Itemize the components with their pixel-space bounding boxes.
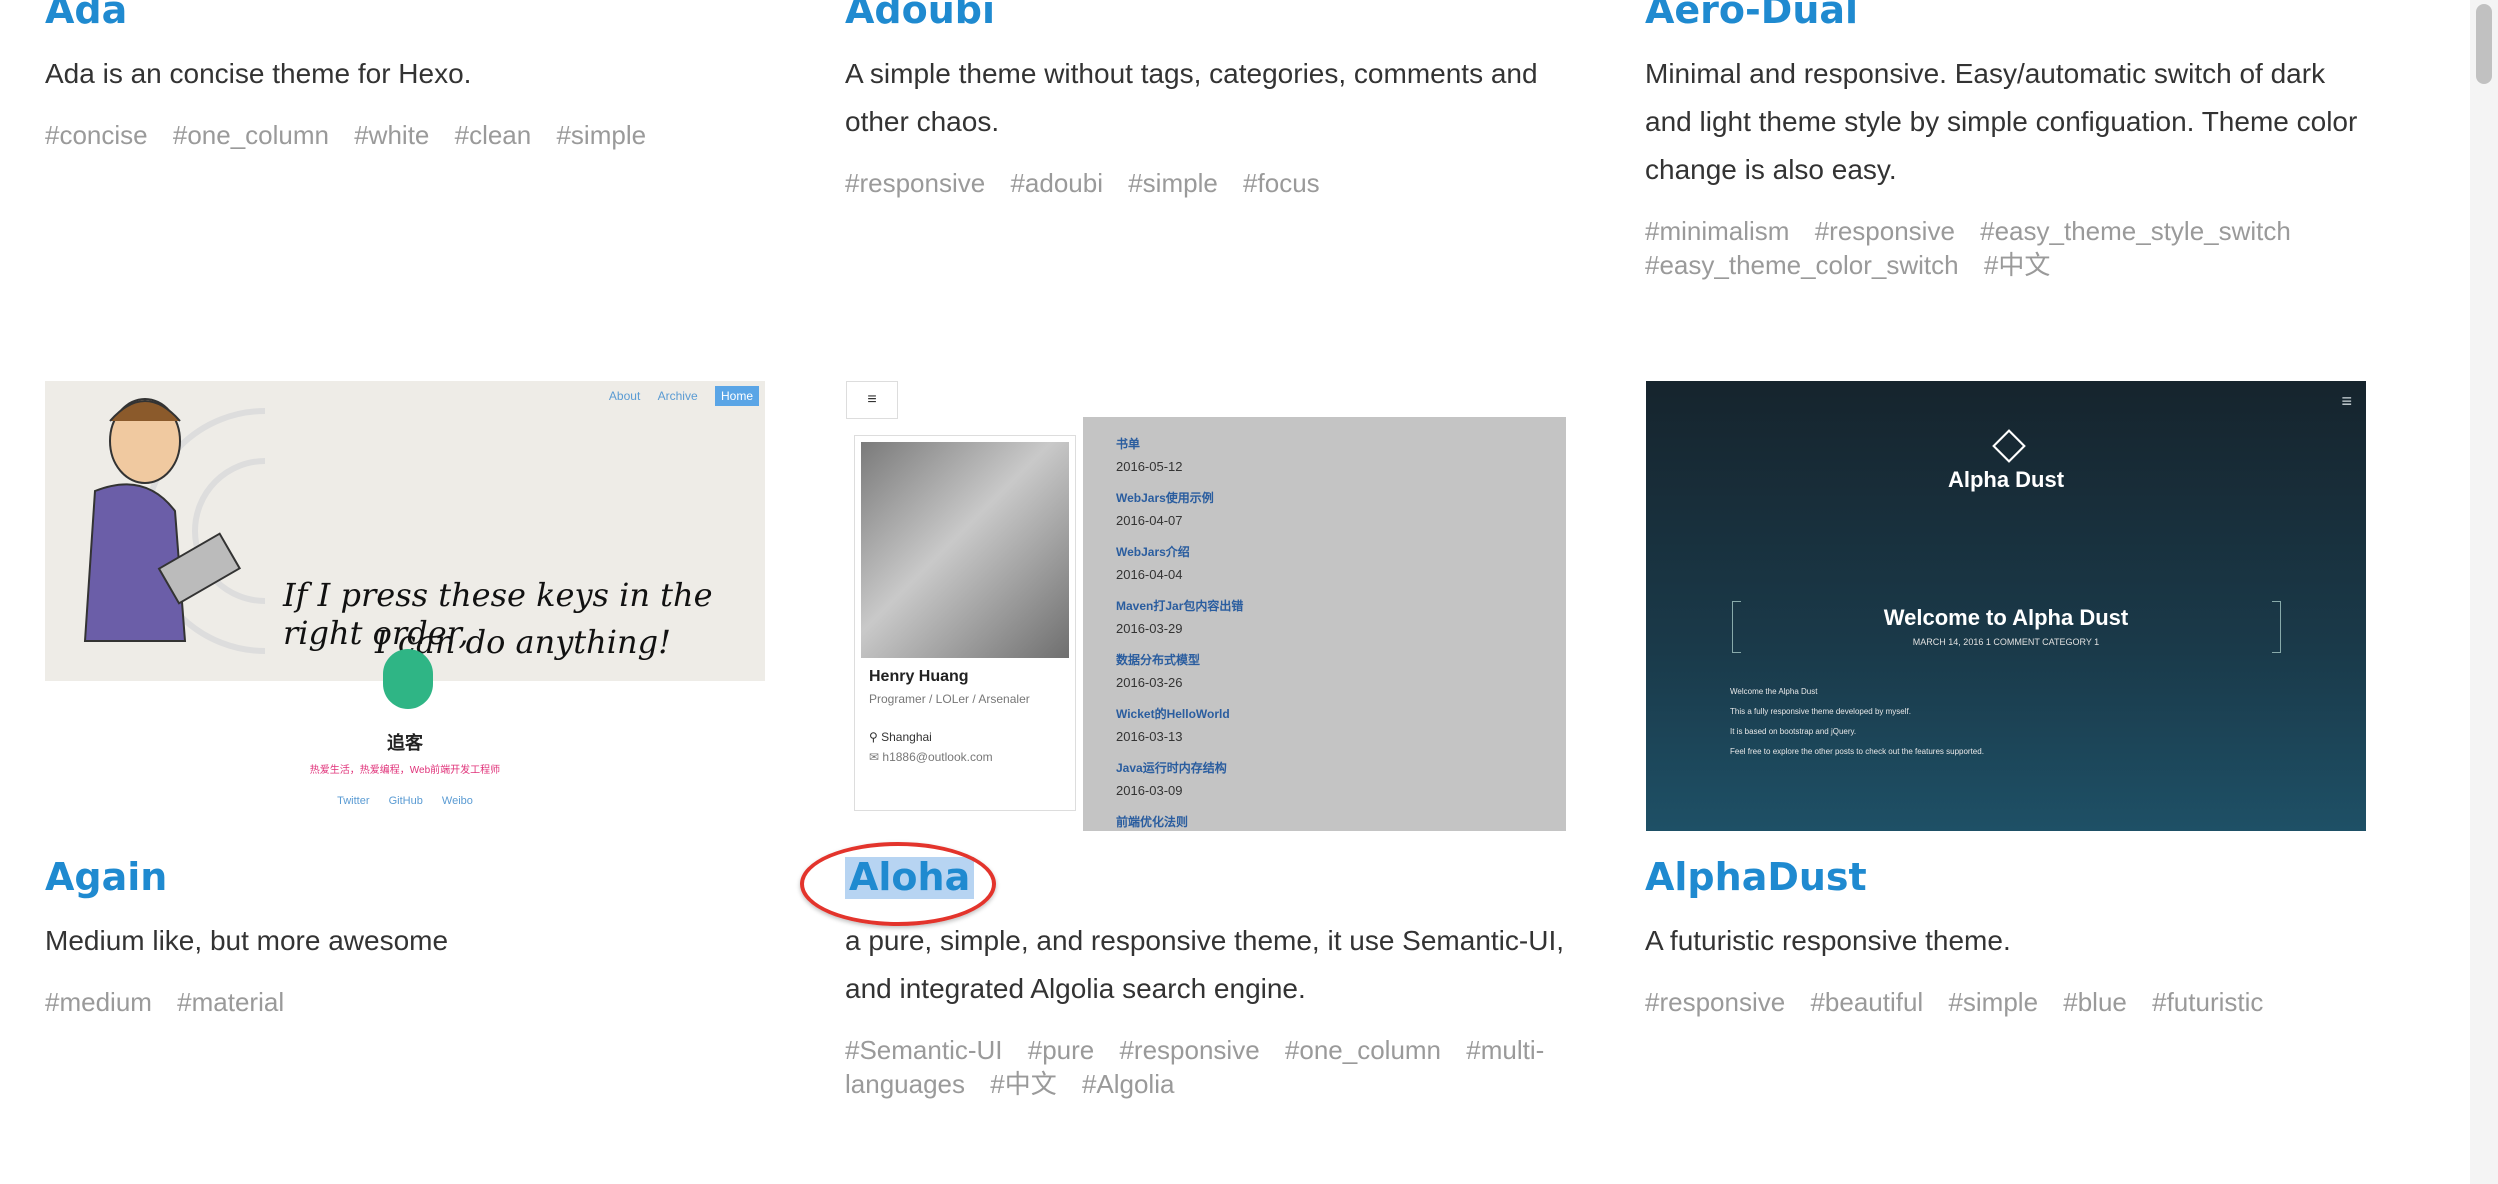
preview-link-twitter: Twitter (337, 795, 370, 807)
preview-link-weibo: Weibo (441, 795, 473, 807)
theme-title-link[interactable]: AlphaDust (1645, 856, 1867, 899)
preview-site-title: Alpha Dust (1947, 467, 2065, 492)
tag-link[interactable]: #futuristic (2152, 987, 2263, 1017)
theme-description: Ada is an concise theme for Hexo. (45, 57, 472, 89)
tag-link[interactable]: #one_column (173, 120, 329, 150)
preview-post-title: 前端优化法则 (1116, 815, 1189, 829)
theme-title-link[interactable]: Adoubi (845, 0, 995, 32)
tag-link[interactable]: #Semantic-UI (845, 1035, 1003, 1065)
avatar (383, 649, 433, 709)
theme-card-again: Again Medium like, but more awesome #med… (45, 856, 765, 1019)
theme-tags: #Semantic-UI #pure #responsive #one_colu… (845, 1033, 1565, 1101)
tag-link[interactable]: #beautiful (1810, 987, 1923, 1017)
tag-link[interactable]: #responsive (1815, 216, 1955, 246)
preview-text-line: Welcome the Alpha Dust (1730, 687, 1818, 696)
hamburger-menu-icon: ≡ (2341, 391, 2352, 411)
tag-link[interactable]: #concise (45, 120, 148, 150)
theme-preview-alphadust[interactable]: ≡ Alpha Dust Welcome to Alpha Dust MARCH… (1646, 381, 2366, 831)
developer-illustration (83, 398, 265, 654)
preview-post-date: 2016-03-29 (1116, 621, 1183, 636)
tag-link[interactable]: #material (177, 987, 284, 1017)
preview-post-title: WebJars使用示例 (1116, 491, 1214, 505)
nav-home: Home (714, 386, 759, 406)
theme-description: A simple theme without tags, categories,… (845, 57, 1538, 137)
tag-link[interactable]: #clean (455, 120, 532, 150)
tag-link[interactable]: #中文 (990, 1069, 1056, 1099)
tag-link[interactable]: #responsive (1119, 1035, 1259, 1065)
tag-link[interactable]: #simple (1128, 168, 1218, 198)
tag-link[interactable]: #medium (45, 987, 152, 1017)
scrollbar-thumb[interactable] (2476, 4, 2492, 84)
preview-text-line: This a fully responsive theme developed … (1730, 707, 1911, 716)
preview-post-date: 2016-04-07 (1116, 513, 1183, 528)
preview-post-title: 数据分布式模型 (1116, 653, 1201, 667)
theme-title-link[interactable]: Again (45, 856, 167, 899)
preview-post-date: 2016-03-09 (1116, 783, 1183, 798)
theme-tags: #medium #material (45, 985, 765, 1019)
tag-link[interactable]: #simple (1948, 987, 2038, 1017)
tag-link[interactable]: #中文 (1984, 250, 2050, 280)
nav-about: About (608, 389, 641, 403)
theme-card-adoubi: Adoubi A simple theme without tags, cate… (845, 0, 1565, 200)
preview-post-title: Java运行时内存结构 (1116, 761, 1227, 775)
profile-location: ⚲ Shanghai (869, 730, 932, 744)
preview-post-title: WebJars介绍 (1116, 545, 1190, 559)
theme-tags: #responsive #adoubi #simple #focus (845, 166, 1565, 200)
location-text: Shanghai (881, 730, 932, 744)
preview-link-github: GitHub (388, 795, 423, 807)
preview-post-title: Wicket的HelloWorld (1116, 707, 1230, 721)
tag-link[interactable]: #minimalism (1645, 216, 1789, 246)
annotation-circle (800, 842, 996, 926)
preview-nav: About Archive Home (595, 386, 759, 406)
theme-card-alphadust: AlphaDust A futuristic responsive theme.… (1645, 856, 2365, 1019)
preview-post-date: 2016-04-04 (1116, 567, 1183, 582)
tag-link[interactable]: #responsive (1645, 987, 1785, 1017)
preview-post-date: 2016-03-26 (1116, 675, 1183, 690)
tag-link[interactable]: #white (354, 120, 429, 150)
tag-link[interactable]: #blue (2063, 987, 2127, 1017)
tag-link[interactable]: #one_column (1285, 1035, 1441, 1065)
preview-post-meta: MARCH 14, 2016 1 COMMENT CATEGORY 1 (1912, 637, 2100, 647)
theme-tags: #responsive #beautiful #simple #blue #fu… (1645, 985, 2365, 1019)
preview-post-date: 2016-05-12 (1116, 459, 1183, 474)
scrollbar[interactable] (2470, 0, 2498, 1184)
preview-welcome-heading: Welcome to Alpha Dust (1883, 605, 2129, 630)
cat-photo (861, 442, 1069, 658)
theme-card-ada: Ada Ada is an concise theme for Hexo. #c… (45, 0, 765, 152)
theme-description: a pure, simple, and responsive theme, it… (845, 924, 1565, 1004)
preview-post-title: 书单 (1116, 437, 1141, 451)
preview-profile-card: Henry Huang Programer / LOLer / Arsenale… (854, 435, 1076, 811)
tag-link[interactable]: #responsive (845, 168, 985, 198)
nav-archive: Archive (657, 389, 698, 403)
theme-description: Minimal and responsive. Easy/automatic s… (1645, 57, 2358, 185)
theme-preview-aloha[interactable]: ≡ Henry Huang Programer / LOLer / Arsena… (846, 381, 1566, 831)
tag-link[interactable]: #simple (556, 120, 646, 150)
preview-text-line: Feel free to explore the other posts to … (1730, 747, 1984, 756)
tag-link[interactable]: #adoubi (1010, 168, 1103, 198)
preview-post-date: 2016-03-13 (1116, 729, 1183, 744)
preview-text-line: It is based on bootstrap and jQuery. (1730, 727, 1857, 736)
preview-post-title: Maven打Jar包内容出错 (1116, 599, 1244, 613)
theme-description: Medium like, but more awesome (45, 924, 449, 956)
theme-tags: #minimalism #responsive #easy_theme_styl… (1645, 214, 2365, 282)
theme-card-aero-dual: Aero-Dual Minimal and responsive. Easy/a… (1645, 0, 2365, 282)
tag-link[interactable]: #Algolia (1082, 1069, 1175, 1099)
theme-description: A futuristic responsive theme. (1645, 924, 2011, 956)
preview-site-subtitle: 热爱生活，热爱编程，Web前端开发工程师 (309, 765, 501, 776)
menu-icon: ≡ (846, 381, 898, 419)
tag-link[interactable]: #easy_theme_style_switch (1980, 216, 2291, 246)
theme-preview-again[interactable]: About Archive Home If I press these keys… (45, 381, 765, 831)
profile-email: ✉ h1886@outlook.com (869, 750, 993, 764)
theme-tags: #concise #one_column #white #clean #simp… (45, 118, 765, 152)
profile-role: Programer / LOLer / Arsenaler (869, 692, 1030, 706)
theme-title-link[interactable]: Aero-Dual (1645, 0, 1858, 32)
preview-social-links: Twitter GitHub Weibo (45, 795, 765, 807)
theme-title-link[interactable]: Ada (45, 0, 127, 32)
tag-link[interactable]: #focus (1243, 168, 1320, 198)
profile-name: Henry Huang (869, 668, 969, 685)
tag-link[interactable]: #easy_theme_color_switch (1645, 250, 1959, 280)
preview-site-name: 追客 (387, 733, 423, 753)
tag-link[interactable]: #pure (1028, 1035, 1095, 1065)
email-text: h1886@outlook.com (882, 750, 993, 764)
